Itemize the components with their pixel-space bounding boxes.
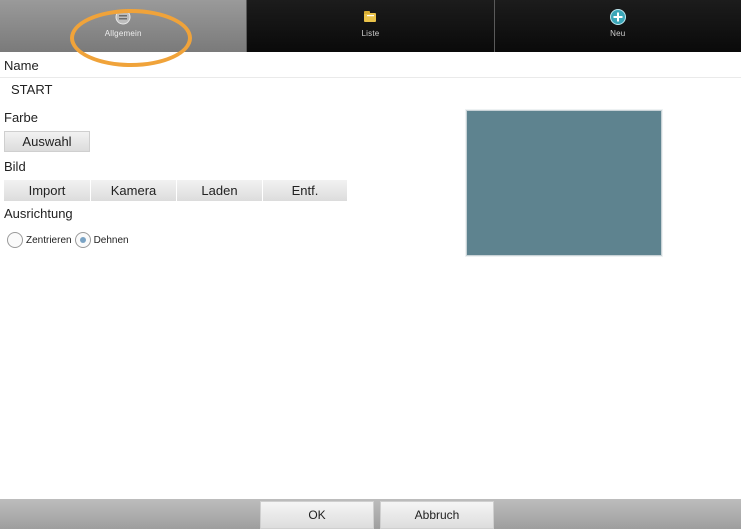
color-label: Farbe <box>4 110 38 125</box>
stretch-radio[interactable] <box>74 232 91 248</box>
import-button[interactable]: Import <box>4 180 91 201</box>
remove-button[interactable]: Entf. <box>263 180 347 201</box>
center-radio[interactable] <box>7 232 23 248</box>
add-circle-icon <box>609 9 626 25</box>
stretch-radio-label[interactable]: Dehnen <box>94 235 129 246</box>
tab-new[interactable]: Neu <box>494 0 741 52</box>
general-icon <box>115 9 131 25</box>
alignment-radio-group: Zentrieren Dehnen <box>7 232 132 248</box>
radio-selected-dot <box>79 237 86 243</box>
image-button-group: Import Kamera Laden Entf. <box>4 180 347 201</box>
top-tab-bar: Allgemein Liste Neu <box>0 0 741 52</box>
alignment-label: Ausrichtung <box>4 206 73 221</box>
center-radio-label[interactable]: Zentrieren <box>26 235 72 246</box>
load-button[interactable]: Laden <box>177 180 263 201</box>
name-input[interactable]: START <box>11 82 52 97</box>
bottom-action-bar: OK Abbruch <box>0 499 741 529</box>
tab-general[interactable]: Allgemein <box>0 0 248 52</box>
cancel-button[interactable]: Abbruch <box>380 501 494 529</box>
image-label: Bild <box>4 159 26 174</box>
name-field-underline <box>0 77 741 78</box>
folder-list-icon <box>364 11 377 22</box>
name-label: Name <box>4 58 39 73</box>
camera-button[interactable]: Kamera <box>91 180 177 201</box>
color-select-button[interactable]: Auswahl <box>4 131 90 152</box>
tab-list[interactable]: Liste <box>247 0 495 52</box>
tab-new-label: Neu <box>610 29 626 38</box>
ok-button[interactable]: OK <box>260 501 374 529</box>
color-preview <box>466 110 662 256</box>
tab-list-label: Liste <box>361 29 380 38</box>
tab-general-label: Allgemein <box>104 29 142 38</box>
